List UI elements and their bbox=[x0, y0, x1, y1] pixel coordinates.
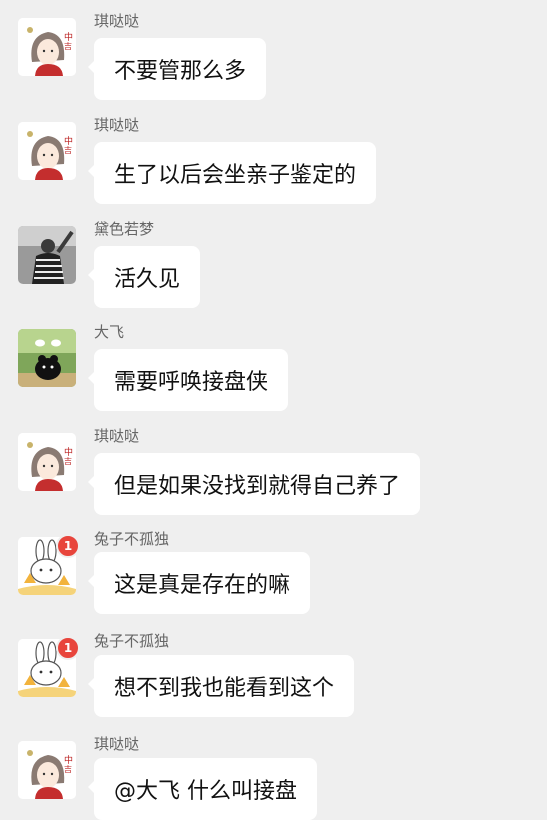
svg-text:吉: 吉 bbox=[64, 42, 72, 51]
message-bubble[interactable]: 活久见 bbox=[87, 246, 201, 308]
sender-name: 琪哒哒 bbox=[94, 735, 140, 753]
svg-text:吉: 吉 bbox=[64, 765, 72, 774]
sender-name: 琪哒哒 bbox=[94, 427, 140, 445]
girl-avatar-icon[interactable]: 中 吉 bbox=[18, 122, 76, 180]
sender-name: 琪哒哒 bbox=[94, 116, 140, 134]
sender-name: 兔子不孤独 bbox=[94, 530, 170, 548]
sender-name: 黛色若梦 bbox=[94, 220, 155, 238]
girl-avatar-icon[interactable]: 中 吉 bbox=[18, 741, 76, 799]
message-bubble[interactable]: 但是如果没找到就得自己养了 bbox=[87, 453, 421, 515]
sender-name: 兔子不孤独 bbox=[94, 632, 170, 650]
person-photo-avatar-icon[interactable] bbox=[18, 226, 76, 284]
message-bubble[interactable]: 想不到我也能看到这个 bbox=[87, 655, 355, 717]
message-bubble[interactable]: 这是真是存在的嘛 bbox=[87, 552, 311, 614]
message-bubble[interactable]: 需要呼唤接盘侠 bbox=[87, 349, 289, 411]
cartoon-bear-avatar-icon[interactable] bbox=[18, 329, 76, 387]
svg-text:吉: 吉 bbox=[64, 457, 72, 466]
unread-badge: 1 bbox=[56, 534, 80, 558]
message-bubble[interactable]: @大飞 什么叫接盘 bbox=[88, 758, 317, 820]
message-bubble[interactable]: 生了以后会坐亲子鉴定的 bbox=[87, 142, 377, 204]
message-bubble[interactable]: 不要管那么多 bbox=[87, 38, 267, 100]
sender-name: 大飞 bbox=[94, 323, 125, 341]
unread-badge: 1 bbox=[56, 636, 80, 660]
sender-name: 琪哒哒 bbox=[94, 12, 140, 30]
girl-avatar-icon[interactable]: 中 吉 bbox=[18, 18, 76, 76]
svg-text:吉: 吉 bbox=[64, 146, 72, 155]
girl-avatar-icon[interactable]: 中 吉 bbox=[18, 433, 76, 491]
